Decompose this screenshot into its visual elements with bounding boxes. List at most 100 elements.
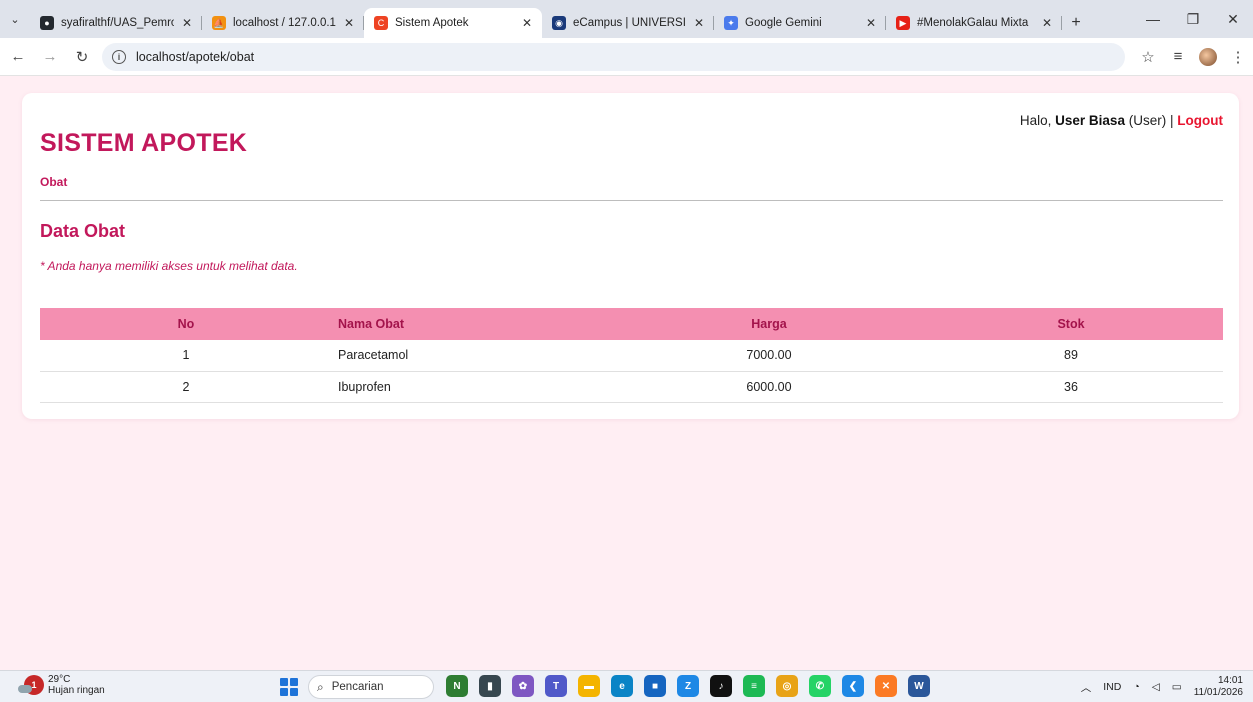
column-header-harga: Harga bbox=[619, 308, 919, 340]
weather-description: Hujan ringan bbox=[48, 685, 105, 696]
close-tab-icon[interactable]: ✕ bbox=[344, 16, 354, 30]
youtube-icon: ▶ bbox=[896, 16, 910, 30]
greeting-text: Halo, bbox=[1019, 113, 1052, 128]
page-viewport: Halo, User Biasa (User) | Logout SISTEM … bbox=[0, 77, 1253, 670]
username: User Biasa bbox=[1055, 113, 1125, 128]
table-header-row: No Nama Obat Harga Stok bbox=[40, 308, 1223, 340]
address-url: localhost/apotek/obat bbox=[136, 49, 255, 64]
nav-link-obat[interactable]: Obat bbox=[40, 175, 67, 189]
browser-tab[interactable]: ✦ Google Gemini ✕ bbox=[714, 8, 886, 38]
userbar-separator: | bbox=[1169, 113, 1174, 128]
battery-icon[interactable]: ▭ bbox=[1172, 681, 1182, 693]
close-tab-icon[interactable]: ✕ bbox=[694, 16, 704, 30]
bookmark-star-icon[interactable]: ☆ bbox=[1133, 43, 1163, 71]
close-tab-icon[interactable]: ✕ bbox=[522, 16, 532, 30]
browser-tab[interactable]: ⛵ localhost / 127.0.0.1 / apot ✕ bbox=[202, 8, 364, 38]
browser-tab-title: localhost / 127.0.0.1 / apot bbox=[233, 17, 336, 29]
browser-tab[interactable]: ▶ #MenolakGalau Mixta ✕ bbox=[886, 8, 1062, 38]
browser-tab-title: syafiralthf/UAS_Pemrogram bbox=[61, 17, 174, 29]
browser-tab-title: eCampus | UNIVERSITAS P bbox=[573, 17, 686, 29]
task-view-icon[interactable]: ▮ bbox=[479, 675, 501, 697]
gemini-icon: ✦ bbox=[724, 16, 738, 30]
column-header-no: No bbox=[40, 308, 332, 340]
input-language[interactable]: IND bbox=[1103, 681, 1121, 693]
chrome-icon[interactable]: ◎ bbox=[776, 675, 798, 697]
taskbar-search-placeholder: Pencarian bbox=[331, 681, 384, 693]
menu-kebab-icon[interactable]: ⋮ bbox=[1223, 43, 1253, 71]
tray-overflow-icon[interactable]: ︿ bbox=[1081, 680, 1092, 695]
windows-start-icon[interactable] bbox=[280, 678, 298, 696]
table-row: 1 Paracetamol 7000.00 89 bbox=[40, 340, 1223, 372]
word-icon[interactable]: W bbox=[908, 675, 930, 697]
browser-tab[interactable]: C Sistem Apotek ✕ bbox=[364, 8, 542, 38]
tiktok-icon[interactable]: ♪ bbox=[710, 675, 732, 697]
file-explorer-icon[interactable]: ▬ bbox=[578, 675, 600, 697]
reading-list-icon[interactable]: ≡ bbox=[1163, 43, 1193, 71]
news-app-icon[interactable]: N bbox=[446, 675, 468, 697]
phpmyadmin-icon: ⛵ bbox=[212, 16, 226, 30]
weather-temperature: 29°C bbox=[48, 674, 71, 685]
profile-avatar-icon bbox=[1199, 47, 1217, 66]
tab-search-menu-icon[interactable]: ⌄ bbox=[0, 0, 30, 38]
user-role: (User) bbox=[1128, 113, 1167, 128]
cell-stok: 89 bbox=[919, 340, 1223, 372]
site-info-icon[interactable]: i bbox=[112, 49, 126, 64]
wifi-icon[interactable]: ◔ bbox=[1133, 681, 1139, 693]
address-bar[interactable]: i localhost/apotek/obat bbox=[102, 42, 1125, 71]
clock-date: 11/01/2026 bbox=[1193, 687, 1243, 698]
ecampus-icon: ◉ bbox=[552, 16, 566, 30]
column-header-stok: Stok bbox=[919, 308, 1223, 340]
cell-no: 1 bbox=[40, 340, 332, 372]
section-title: Data Obat bbox=[40, 221, 126, 241]
clock[interactable]: 14:01 11/01/2026 bbox=[1194, 675, 1243, 699]
reload-icon[interactable]: ↻ bbox=[68, 43, 96, 71]
weather-badge: 1 bbox=[31, 680, 37, 690]
spotify-icon[interactable]: ≡ bbox=[743, 675, 765, 697]
cell-harga: 6000.00 bbox=[619, 371, 919, 403]
copilot-icon[interactable]: ✿ bbox=[512, 675, 534, 697]
profile-avatar[interactable] bbox=[1193, 43, 1223, 71]
cell-no: 2 bbox=[40, 371, 332, 403]
browser-tabbar: ⌄ ● syafiralthf/UAS_Pemrogram ✕ ⛵ localhost … bbox=[0, 0, 1253, 38]
browser-tab[interactable]: ◉ eCampus | UNIVERSITAS P ✕ bbox=[542, 8, 714, 38]
restore-icon[interactable]: ❐ bbox=[1173, 0, 1213, 38]
whatsapp-icon[interactable]: ✆ bbox=[809, 675, 831, 697]
weather-widget[interactable]: 1 29°C Hujan ringan bbox=[18, 674, 105, 696]
cell-stok: 36 bbox=[919, 371, 1223, 403]
edge-icon[interactable]: e bbox=[611, 675, 633, 697]
codeigniter-icon: C bbox=[374, 16, 388, 30]
new-tab-button[interactable]: + bbox=[1062, 8, 1090, 38]
system-tray: ︿ IND ◔ ◁ ▭ 14:01 11/01/2026 bbox=[1069, 675, 1243, 699]
github-icon: ● bbox=[40, 16, 54, 30]
access-note: * Anda hanya memiliki akses untuk meliha… bbox=[40, 259, 298, 273]
volume-icon[interactable]: ◁ bbox=[1152, 681, 1160, 693]
main-card: Halo, User Biasa (User) | Logout SISTEM … bbox=[22, 93, 1239, 419]
taskbar-search[interactable]: ⌕ Pencarian bbox=[308, 675, 434, 699]
close-tab-icon[interactable]: ✕ bbox=[182, 16, 192, 30]
forward-icon[interactable]: → bbox=[36, 43, 64, 71]
zotero-icon[interactable]: Z bbox=[677, 675, 699, 697]
close-tab-icon[interactable]: ✕ bbox=[866, 16, 876, 30]
user-bar: Halo, User Biasa (User) | Logout bbox=[1020, 113, 1223, 128]
cell-harga: 7000.00 bbox=[619, 340, 919, 372]
cell-nama-obat: Paracetamol bbox=[332, 340, 619, 372]
pinned-apps: N ▮ ✿ T ▬ e ■ Z ♪ ≡ ◎ ✆ ❮ ✕ W bbox=[446, 675, 941, 697]
medicine-table: No Nama Obat Harga Stok 1 Paracetamol 70… bbox=[40, 308, 1223, 403]
close-window-icon[interactable]: ✕ bbox=[1213, 0, 1253, 38]
os-taskbar: 1 29°C Hujan ringan ⌕ Pencarian N ▮ ✿ T ▬ e ■ Z… bbox=[0, 670, 1253, 702]
browser-tab[interactable]: ● syafiralthf/UAS_Pemrogram ✕ bbox=[30, 8, 202, 38]
xampp-icon[interactable]: ✕ bbox=[875, 675, 897, 697]
vscode-icon[interactable]: ❮ bbox=[842, 675, 864, 697]
app-title: SISTEM APOTEK bbox=[40, 129, 248, 157]
back-icon[interactable]: ← bbox=[4, 43, 32, 71]
table-row: 2 Ibuprofen 6000.00 36 bbox=[40, 371, 1223, 403]
close-tab-icon[interactable]: ✕ bbox=[1042, 16, 1052, 30]
search-icon: ⌕ bbox=[317, 679, 324, 694]
store-icon[interactable]: ■ bbox=[644, 675, 666, 697]
weather-rain-icon: 1 bbox=[18, 675, 44, 695]
logout-link[interactable]: Logout bbox=[1177, 113, 1223, 128]
minimize-icon[interactable]: — bbox=[1133, 0, 1173, 38]
browser-tab-title: #MenolakGalau Mixta bbox=[917, 17, 1029, 29]
browser-tab-title: Google Gemini bbox=[745, 17, 822, 29]
teams-icon[interactable]: T bbox=[545, 675, 567, 697]
